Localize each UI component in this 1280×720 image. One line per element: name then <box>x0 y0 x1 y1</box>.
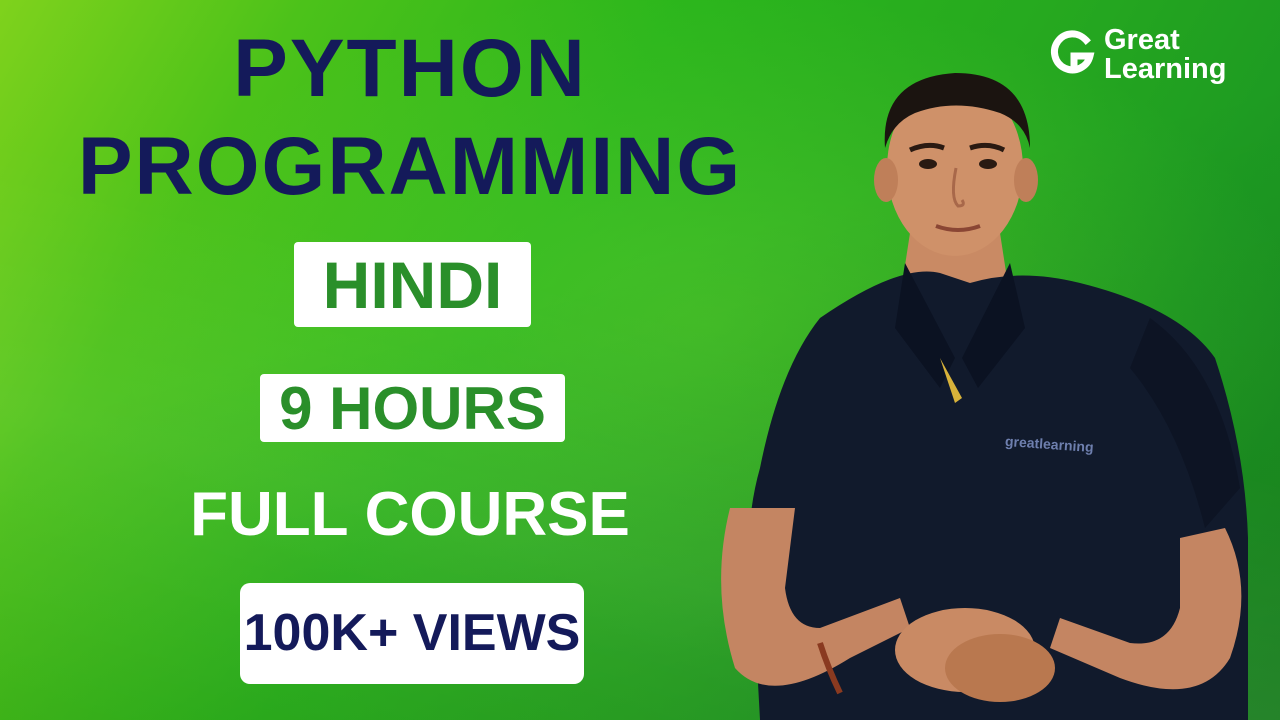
logo-line-great: Great <box>1104 24 1180 56</box>
video-thumbnail: PYTHON PROGRAMMING HINDI 9 HOURS FULL CO… <box>0 0 1280 720</box>
presenter-figure: greatlearning <box>700 68 1260 720</box>
language-badge: HINDI <box>294 242 531 327</box>
title-line-python: PYTHON <box>233 23 587 114</box>
presenter-illustration <box>721 73 1248 720</box>
duration-badge: 9 HOURS <box>260 374 565 442</box>
title-line-programming: PROGRAMMING <box>77 121 743 212</box>
views-badge: 100K+ VIEWS <box>240 583 584 684</box>
course-label: FULL COURSE <box>190 480 630 549</box>
